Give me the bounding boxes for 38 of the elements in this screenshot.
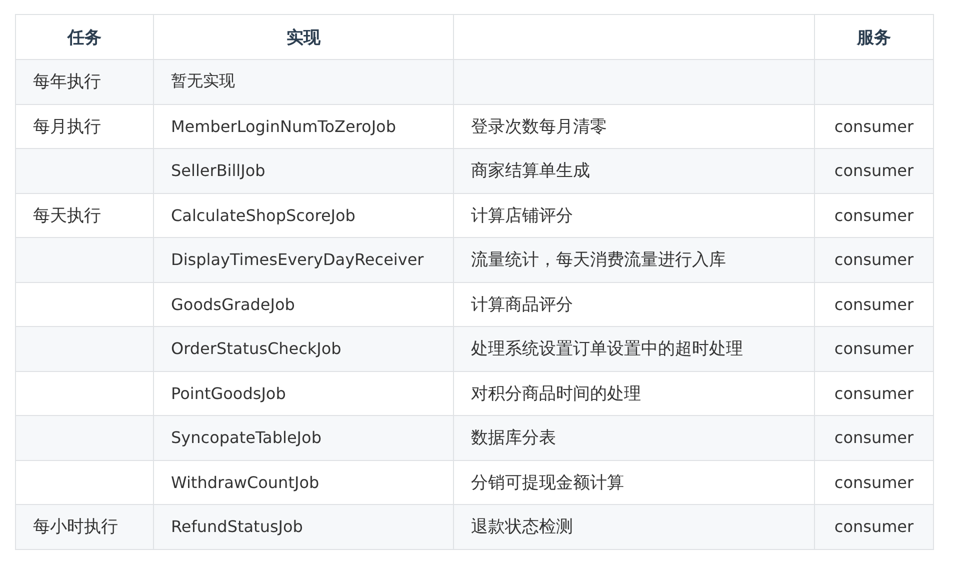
table-cell: WithdrawCountJob — [171, 472, 320, 492]
table-cell: 每月执行 — [33, 116, 101, 137]
table-cell: CalculateShopScoreJob — [171, 206, 356, 225]
table-cell: 计算商品评分 — [471, 294, 573, 315]
table-cell: consumer — [834, 339, 914, 358]
table-cell: 分销可提现金额计算 — [471, 472, 624, 493]
table-cell: GoodsGradeJob — [171, 294, 295, 314]
table-cell: 计算店铺评分 — [471, 206, 573, 226]
table-cell: 退款状态检测 — [471, 517, 573, 538]
table-cell: consumer — [834, 116, 914, 136]
table-cell: 每小时执行 — [33, 517, 118, 538]
table-cell: SellerBillJob — [171, 161, 266, 180]
table-cell: 登录次数每月清零 — [471, 116, 607, 137]
table-cell: 处理系统设置订单设置中的超时处理 — [471, 339, 743, 360]
table-cell: OrderStatusCheckJob — [171, 339, 342, 358]
table-cell: 每天执行 — [33, 206, 101, 226]
table-cell: consumer — [834, 294, 914, 314]
column-header: 实现 — [286, 28, 320, 48]
table-cell: consumer — [834, 206, 914, 225]
column-header: 任务 — [68, 28, 102, 48]
table-cell: PointGoodsJob — [171, 384, 286, 403]
table-cell: consumer — [834, 384, 914, 403]
table-cell: 对积分商品时间的处理 — [471, 384, 641, 404]
table-cell: consumer — [834, 517, 914, 536]
table-cell: MemberLoginNumToZeroJob — [171, 116, 396, 136]
table-cell: consumer — [834, 428, 914, 448]
table-cell: 暂无实现 — [171, 71, 235, 90]
table-cell: RefundStatusJob — [171, 517, 303, 536]
table-cell: SyncopateTableJob — [171, 428, 322, 448]
table-cell: 商家结算单生成 — [471, 161, 590, 182]
table-cell: consumer — [834, 250, 914, 270]
table-cell: 每年执行 — [33, 72, 101, 92]
table-cell: 流量统计，每天消费流量进行入库 — [471, 250, 726, 270]
column-header: 服务 — [857, 28, 891, 48]
table-cell: 数据库分表 — [471, 428, 556, 448]
table-cell: consumer — [834, 472, 914, 492]
table-cell: consumer — [834, 161, 914, 180]
table-cell: DisplayTimesEveryDayReceiver — [171, 250, 424, 270]
